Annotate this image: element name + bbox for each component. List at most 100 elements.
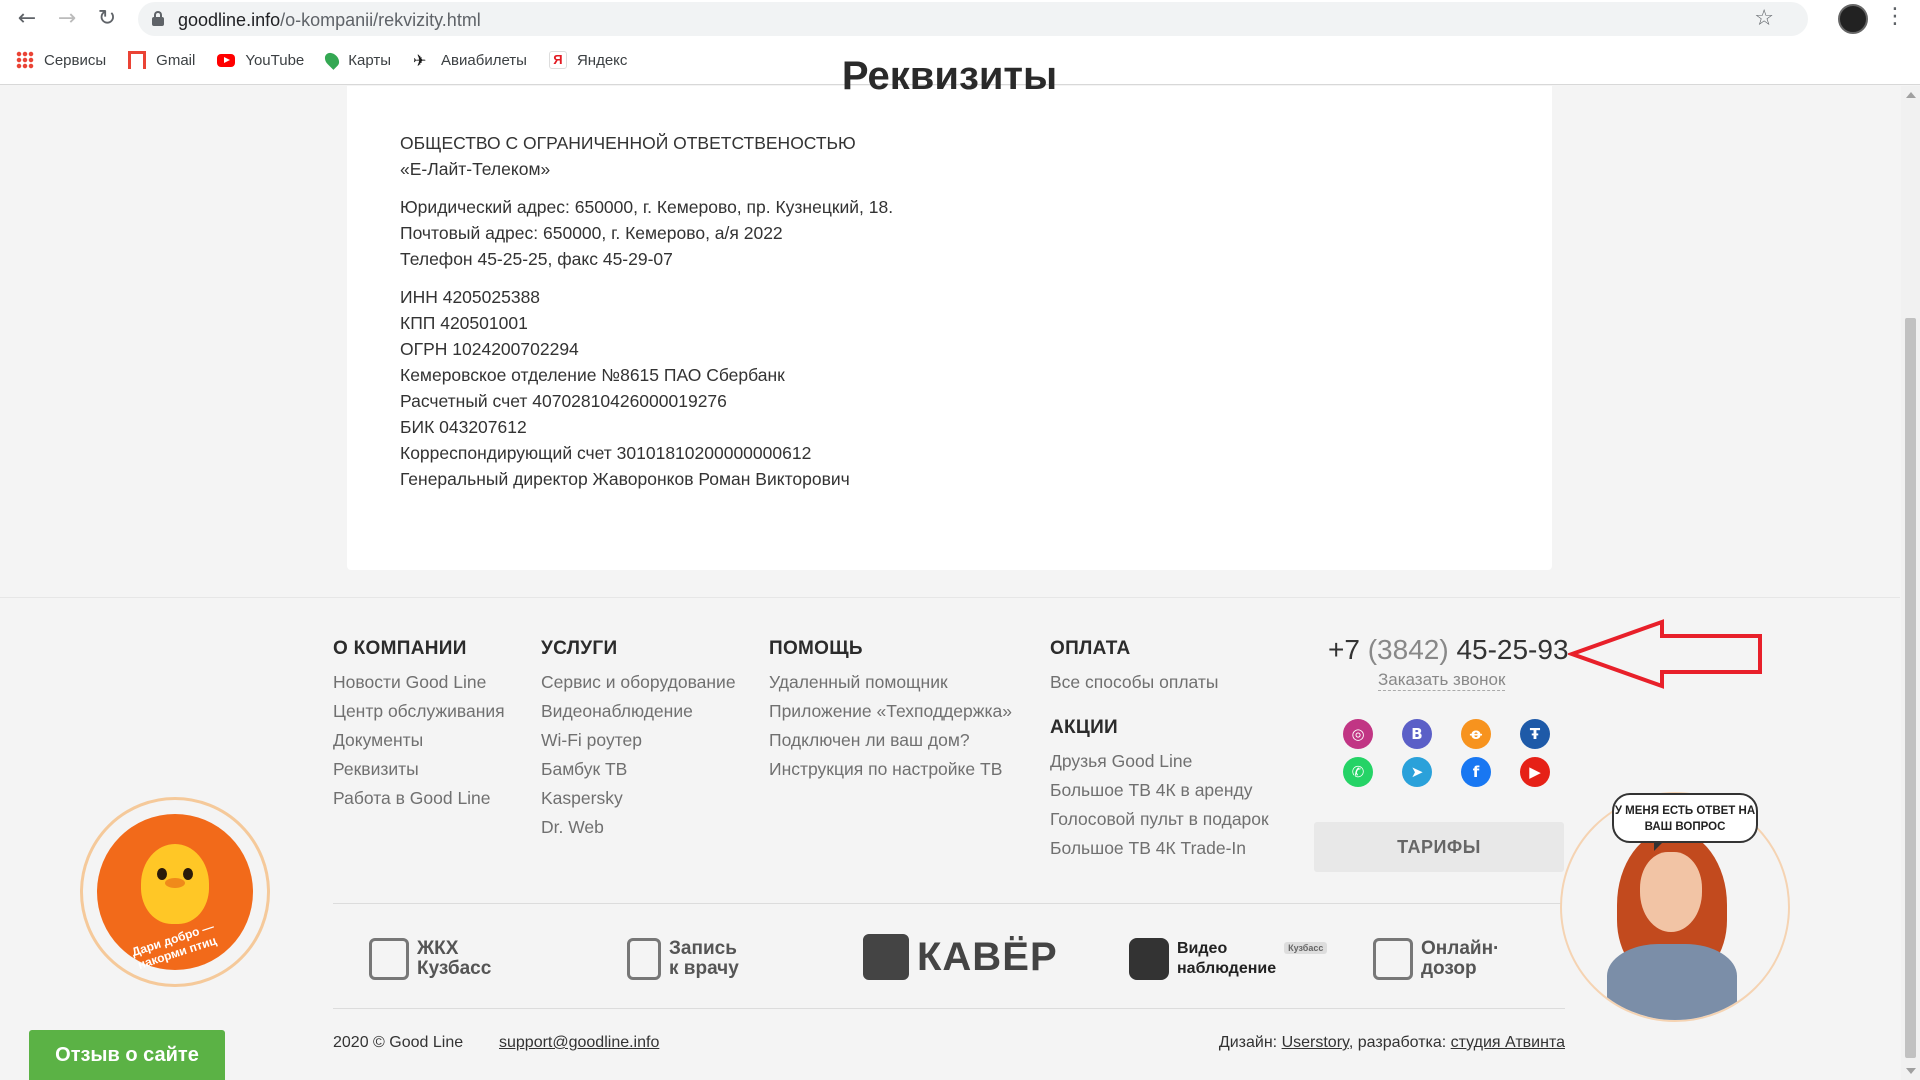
callback-link[interactable]: Заказать звонок xyxy=(1378,670,1506,691)
copyright: 2020 © Good Line xyxy=(333,1034,464,1051)
assistant-avatar xyxy=(1640,852,1702,932)
general-director: Генеральный директор Жаворонков Роман Ви… xyxy=(400,469,850,489)
footer-link-support-app[interactable]: Приложение «Техподдержка» xyxy=(769,697,1012,726)
footer-col-about: О КОМПАНИИ Новости Good Line Центр обслу… xyxy=(333,638,505,813)
footer-link-tv-rent[interactable]: Большое ТВ 4К в аренду xyxy=(1050,776,1269,805)
design-studio-link[interactable]: Userstory xyxy=(1282,1034,1349,1051)
footer-link-equipment[interactable]: Сервис и оборудование xyxy=(541,668,736,697)
red-arrow-annotation-icon xyxy=(1568,619,1762,689)
scroll-thumb[interactable] xyxy=(1905,318,1916,1058)
forward-arrow-icon[interactable]: → xyxy=(54,6,80,32)
requisites-card: Реквизиты ОБЩЕСТВО С ОГРАНИЧЕННОЙ ОТВЕТС… xyxy=(347,54,1552,570)
company-name: ОБЩЕСТВО С ОГРАНИЧЕННОЙ ОТВЕТСТВЕНОСТЬЮ xyxy=(400,133,856,153)
scroll-down-arrow-icon[interactable] xyxy=(1906,1068,1916,1074)
requisites-text: ОБЩЕСТВО С ОГРАНИЧЕННОЙ ОТВЕТСТВЕНОСТЬЮ … xyxy=(400,130,893,504)
bookmark-youtube[interactable]: YouTube xyxy=(217,48,304,72)
footer-link-payment-methods[interactable]: Все способы оплаты xyxy=(1050,668,1269,697)
footer-divider xyxy=(333,903,1565,904)
bookmark-star-icon[interactable]: ☆ xyxy=(1754,6,1774,31)
partner-logos: ЖКХ Кузбасс Запись к врачу КАВЁР Видео н… xyxy=(333,916,1565,1002)
credits: Дизайн: Userstory, разработка: студия Ат… xyxy=(1218,1034,1565,1051)
page-title: Реквизиты xyxy=(841,54,1058,98)
video-region-tag: Кузбасс xyxy=(1284,942,1328,954)
lock-icon xyxy=(152,11,164,26)
footer-link-bambook-tv[interactable]: Бамбук ТВ xyxy=(541,755,736,784)
back-arrow-icon[interactable]: ← xyxy=(14,6,40,32)
footer-link-careers[interactable]: Работа в Good Line xyxy=(333,784,505,813)
assistant-suit xyxy=(1607,944,1737,1020)
footer-phone[interactable]: +7 (3842) 45-25-93 xyxy=(1328,634,1569,666)
partner-kaver[interactable]: КАВЁР xyxy=(863,934,1058,980)
page-scrollbar[interactable] xyxy=(1901,86,1920,1080)
whatsapp-icon[interactable]: ✆ xyxy=(1343,757,1373,787)
dev-studio-link[interactable]: студия Атвинта xyxy=(1451,1034,1565,1051)
footer-link-requisites[interactable]: Реквизиты xyxy=(333,755,505,784)
footer-col-payment: ОПЛАТА Все способы оплаты АКЦИИ Друзья G… xyxy=(1050,638,1269,863)
dozor-logo-icon xyxy=(1373,938,1413,980)
footer-link-kaspersky[interactable]: Kaspersky xyxy=(541,784,736,813)
footer-title-help: ПОМОЩЬ xyxy=(769,638,863,659)
footer-link-video-surveillance[interactable]: Видеонаблюдение xyxy=(541,697,736,726)
phone-fax: Телефон 45-25-25, факс 45-29-07 xyxy=(400,249,673,269)
zhkh-logo-icon xyxy=(369,938,409,980)
apps-grid-icon xyxy=(16,51,34,69)
tariffs-button[interactable]: ТАРИФЫ xyxy=(1314,822,1564,872)
correspondent-account: Корреспондирующий счет 30101810200000000… xyxy=(400,443,812,463)
postal-address: Почтовый адрес: 650000, г. Кемерово, а/я… xyxy=(400,223,783,243)
odnoklassniki-icon[interactable]: ꝋ xyxy=(1461,719,1491,749)
kaver-logo-icon xyxy=(863,934,909,980)
livejournal-icon[interactable]: Ŧ xyxy=(1520,719,1550,749)
social-links: ◎ B ꝋ Ŧ ✆ ➤ f ▶ xyxy=(1343,719,1583,787)
reload-icon[interactable]: ↻ xyxy=(94,6,120,32)
bookmark-gmail[interactable]: Gmail xyxy=(128,48,195,72)
facebook-icon[interactable]: f xyxy=(1461,757,1491,787)
footer-link-drweb[interactable]: Dr. Web xyxy=(541,813,736,842)
footer-title-about: О КОМПАНИИ xyxy=(333,638,467,659)
footer-link-friends[interactable]: Друзья Good Line xyxy=(1050,747,1269,776)
video-logo-icon xyxy=(1129,938,1169,980)
bookmark-services[interactable]: Сервисы xyxy=(16,48,106,72)
vk-icon[interactable]: B xyxy=(1402,719,1432,749)
assistant-speech-bubble[interactable]: У МЕНЯ ЕСТЬ ОТВЕТ НА ВАШ ВОПРОС xyxy=(1612,793,1758,851)
maps-pin-icon xyxy=(322,50,343,70)
footer-title-payment: ОПЛАТА xyxy=(1050,638,1131,659)
footer-link-house-check[interactable]: Подключен ли ваш дом? xyxy=(769,726,1012,755)
inn: ИНН 4205025388 xyxy=(400,287,541,307)
checking-account: Расчетный счет 40702810426000019276 xyxy=(400,391,727,411)
footer-title-promos: АКЦИИ xyxy=(1050,717,1119,738)
footer-link-remote-helper[interactable]: Удаленный помощник xyxy=(769,668,1012,697)
kpp: КПП 420501001 xyxy=(400,313,528,333)
company-brand: «Е-Лайт-Телеком» xyxy=(400,159,551,179)
youtube-icon[interactable]: ▶ xyxy=(1520,757,1550,787)
youtube-icon xyxy=(217,53,236,67)
chick-icon xyxy=(141,844,209,924)
chick-eye-left xyxy=(157,868,167,880)
partner-dozor[interactable]: Онлайн· дозор xyxy=(1373,938,1499,980)
support-email-link[interactable]: support@goodline.info xyxy=(499,1034,659,1052)
footer-divider-bottom xyxy=(333,1008,1565,1009)
instagram-icon[interactable]: ◎ xyxy=(1343,719,1373,749)
doctor-logo-icon xyxy=(627,938,661,980)
partner-zhkh[interactable]: ЖКХ Кузбасс xyxy=(369,938,491,980)
browser-menu-icon[interactable]: ⋮ xyxy=(1884,4,1906,29)
site-review-button[interactable]: Отзыв о сайте xyxy=(29,1030,225,1080)
address-bar[interactable]: goodline.info/o-kompanii/rekvizity.html … xyxy=(138,2,1808,36)
footer-link-wifi-router[interactable]: Wi-Fi роутер xyxy=(541,726,736,755)
footer-link-service-center[interactable]: Центр обслуживания xyxy=(333,697,505,726)
profile-avatar[interactable] xyxy=(1838,4,1868,34)
scroll-up-arrow-icon[interactable] xyxy=(1906,92,1916,98)
footer-link-trade-in[interactable]: Большое ТВ 4К Trade-In xyxy=(1050,834,1269,863)
footer-link-documents[interactable]: Документы xyxy=(333,726,505,755)
footer-link-voice-remote[interactable]: Голосовой пульт в подарок xyxy=(1050,805,1269,834)
telegram-icon[interactable]: ➤ xyxy=(1402,757,1432,787)
ogrn: ОГРН 1024200702294 xyxy=(400,339,579,359)
chick-eye-right xyxy=(183,868,193,880)
charity-badge[interactable]: Дари добро — накорми птиц xyxy=(80,797,270,987)
partner-video[interactable]: Видео наблюдение Кузбасс xyxy=(1129,938,1328,980)
charity-badge-disc: Дари добро — накорми птиц xyxy=(97,814,253,972)
partner-doctor[interactable]: Запись к врачу xyxy=(627,938,739,980)
footer-link-news[interactable]: Новости Good Line xyxy=(333,668,505,697)
footer-link-tv-setup[interactable]: Инструкция по настройке ТВ xyxy=(769,755,1012,784)
url-text: goodline.info/o-kompanii/rekvizity.html xyxy=(178,10,481,30)
bank-name: Кемеровское отделение №8615 ПАО Сбербанк xyxy=(400,365,785,385)
